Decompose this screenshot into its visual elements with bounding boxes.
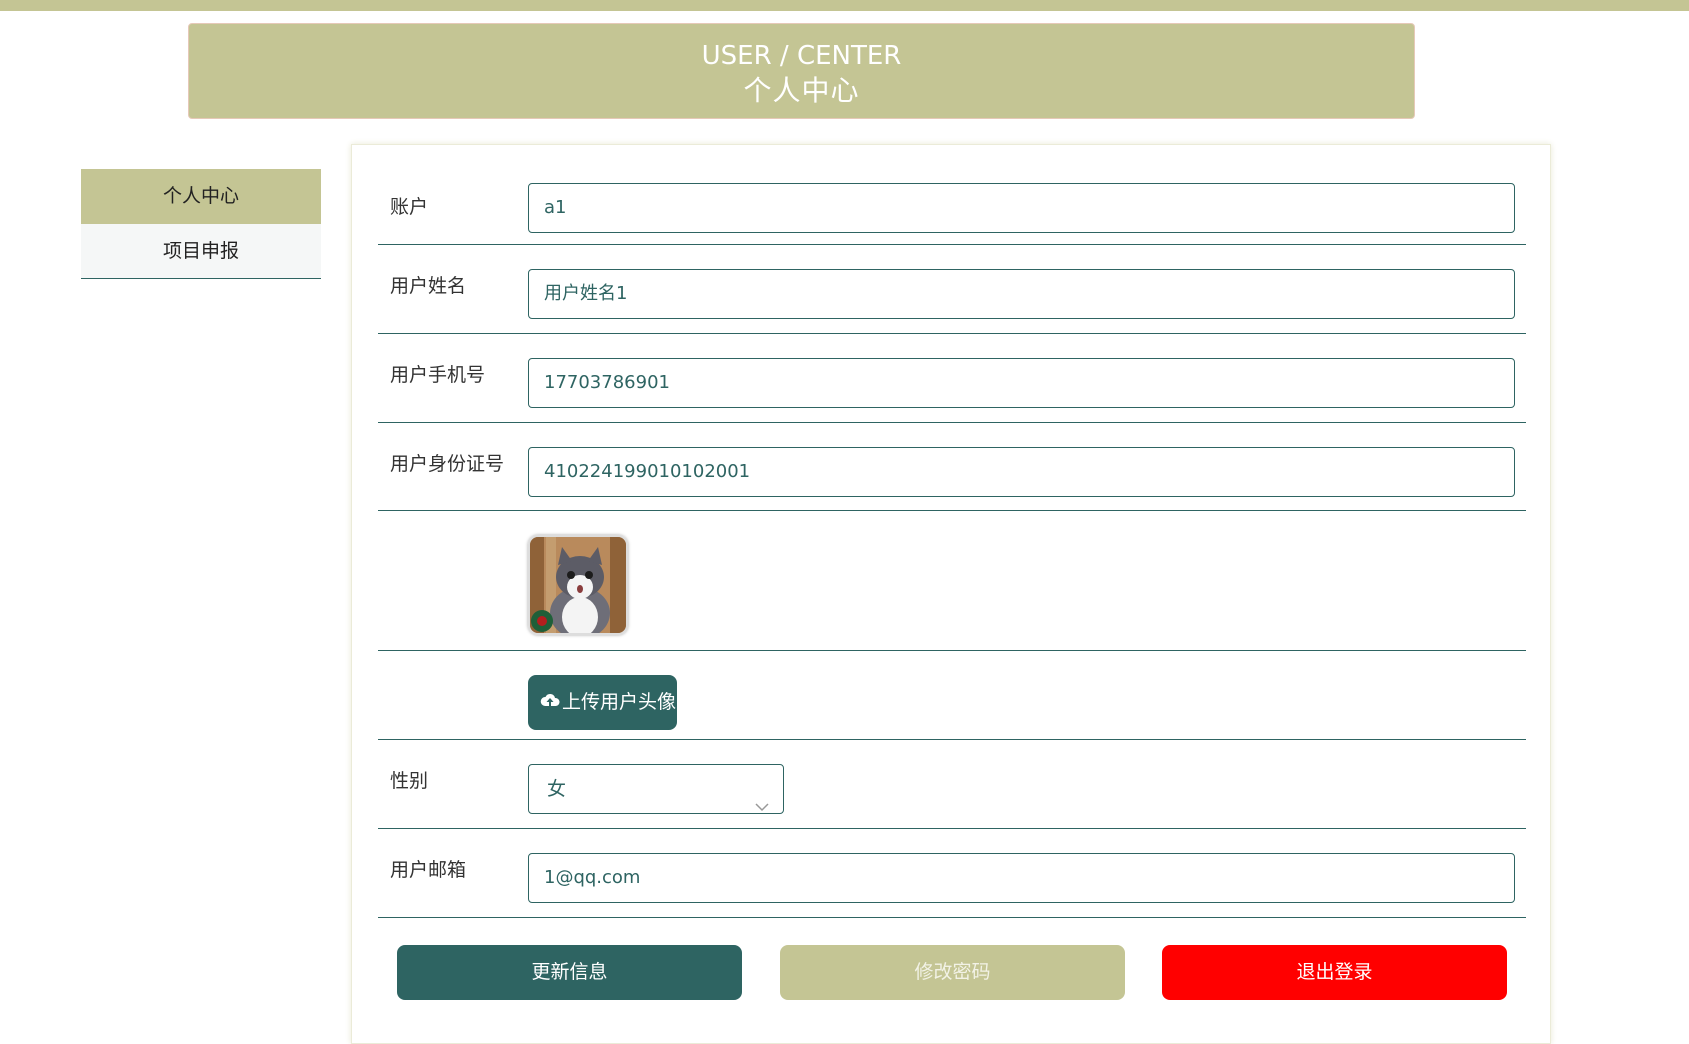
form-row-upload: 上传用户头像 [378,651,1526,740]
gender-select-value: 女 [547,778,567,800]
gender-select[interactable]: 女 [528,764,784,814]
update-info-button[interactable]: 更新信息 [397,945,742,1000]
chevron-down-icon [755,782,769,830]
form-row-account: 账户 a1 [378,145,1526,245]
account-label: 账户 [390,196,429,218]
id-card-input[interactable]: 410224199010102001 [528,447,1515,497]
form-row-gender: 性别 女 [378,740,1526,829]
id-card-label: 用户身份证号 [390,453,505,475]
email-input[interactable]: 1@qq.com [528,853,1515,903]
form-row-phone: 用户手机号 17703786901 [378,334,1526,423]
logout-button[interactable]: 退出登录 [1162,945,1507,1000]
profile-form: 账户 a1 用户姓名 用户姓名1 用户手机号 17703786901 用户身份证… [351,144,1551,1044]
form-row-avatar [378,511,1526,651]
page-header-banner: USER / CENTER 个人中心 [188,23,1415,119]
cloud-upload-icon [540,675,560,730]
sidebar-item-project-application[interactable]: 项目申报 [81,224,321,279]
email-label: 用户邮箱 [390,859,467,881]
header-title-en: USER / CENTER [701,41,902,71]
phone-label: 用户手机号 [390,364,486,386]
name-label: 用户姓名 [390,275,467,297]
upload-avatar-label: 上传用户头像 [562,691,677,713]
sidebar-item-user-center[interactable]: 个人中心 [81,169,321,224]
sidebar-menu: 个人中心 项目申报 [81,169,321,279]
form-row-id-card: 用户身份证号 410224199010102001 [378,423,1526,511]
form-row-email: 用户邮箱 1@qq.com [378,829,1526,918]
avatar [528,535,628,635]
header-title-cn: 个人中心 [743,74,860,107]
name-input[interactable]: 用户姓名1 [528,269,1515,319]
account-input[interactable]: a1 [528,183,1515,233]
gender-label: 性别 [390,770,429,792]
change-password-button[interactable]: 修改密码 [780,945,1125,1000]
top-accent-strip [0,0,1689,11]
form-row-name: 用户姓名 用户姓名1 [378,245,1526,334]
avatar-cat-image [530,537,626,633]
upload-avatar-button[interactable]: 上传用户头像 [528,675,677,730]
phone-input[interactable]: 17703786901 [528,358,1515,408]
